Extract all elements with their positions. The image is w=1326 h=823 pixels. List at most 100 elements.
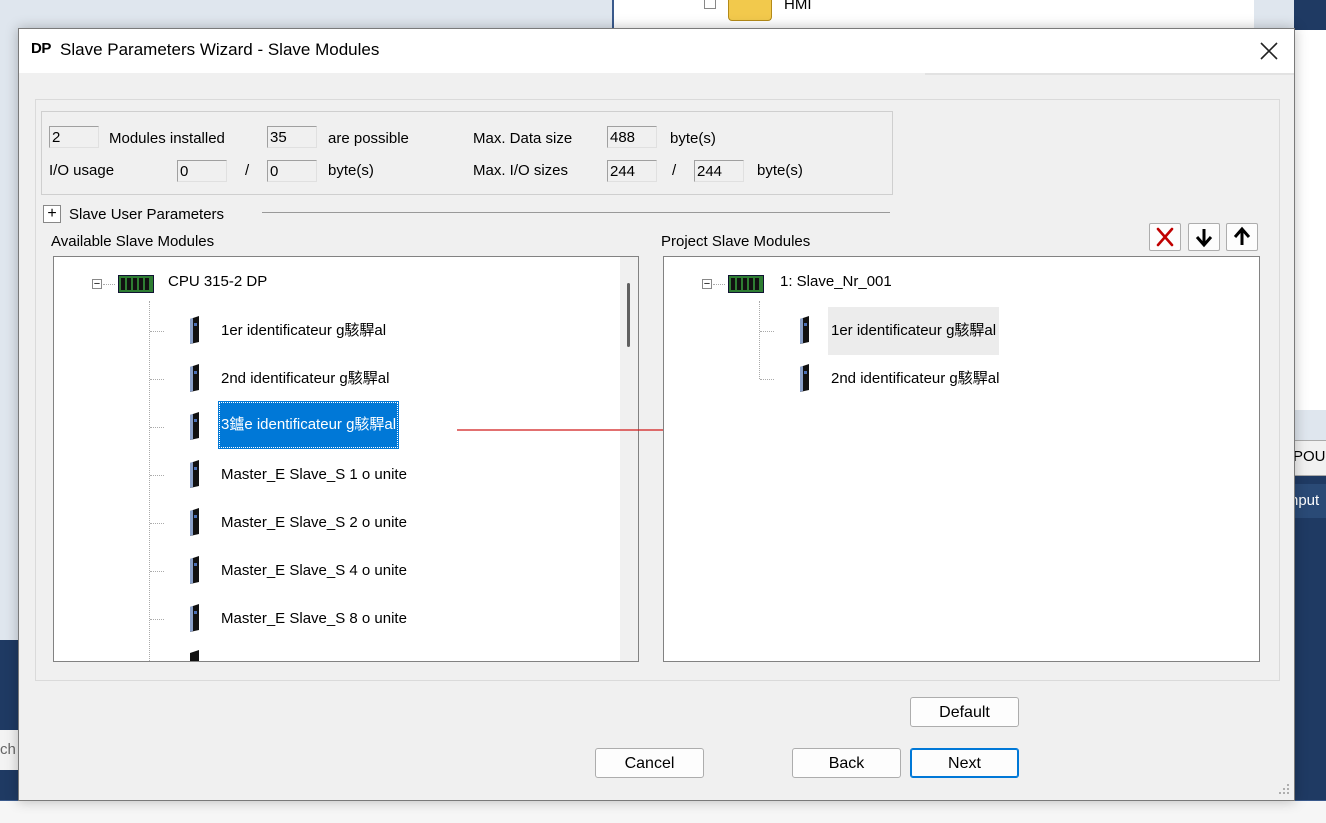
available-slave-modules-label: Available Slave Modules (51, 233, 215, 250)
module-info-group (41, 111, 893, 195)
collapse-slave-expander[interactable]: − (702, 279, 712, 290)
available-module-label[interactable]: Master_E Slave_S 2 o unite (218, 501, 410, 545)
available-module-item[interactable]: 1er identificateur g駭駻al (54, 311, 614, 345)
background-bottom-bar (0, 800, 1326, 823)
background-left-tab: ch (0, 730, 18, 770)
max-io-sizes-label: Max. I/O sizes (473, 162, 569, 179)
module-icon (800, 316, 809, 344)
module-icon (800, 364, 809, 392)
available-modules-tree[interactable]: − CPU 315-2 DP 1er identificateur g駭駻al … (53, 256, 639, 662)
arrow-down-icon (1195, 229, 1213, 248)
max-io-output-field: 244 (694, 160, 744, 182)
tree-connector (760, 379, 774, 380)
dialog-title: Slave Parameters Wizard - Slave Modules (60, 40, 380, 59)
available-modules-scrollbar[interactable] (620, 257, 638, 661)
available-module-item[interactable]: Master_E Slave_S 1 o unite (54, 455, 614, 489)
background-tree-item-hmi: HMI (784, 0, 812, 13)
arrow-up-icon (1233, 226, 1251, 245)
io-usage-unit: byte(s) (328, 162, 374, 179)
module-icon-partial (190, 650, 199, 661)
possible-modules-field: 35 (267, 126, 317, 148)
tree-connector (150, 619, 164, 620)
cancel-button-label: Cancel (624, 755, 675, 772)
possible-modules-label: are possible (328, 130, 409, 147)
available-module-label[interactable]: 1er identificateur g駭駻al (218, 309, 389, 353)
max-io-separator: / (672, 162, 677, 179)
max-data-size-field: 488 (607, 126, 657, 148)
max-io-unit: byte(s) (757, 162, 803, 179)
slave-parameters-wizard-dialog: DP Slave Parameters Wizard - Slave Modul… (18, 28, 1295, 801)
background-right-pane-bar (1294, 410, 1326, 440)
tree-root-cpu[interactable]: CPU 315-2 DP (168, 273, 267, 290)
back-button[interactable]: Back (792, 748, 901, 778)
max-data-size-unit: byte(s) (670, 130, 716, 147)
cancel-button[interactable]: Cancel (595, 748, 704, 778)
module-icon (190, 412, 199, 440)
module-icon (190, 364, 199, 392)
close-button[interactable] (1249, 33, 1289, 69)
slave-user-parameters-divider (262, 212, 890, 213)
dialog-titlebar: DP Slave Parameters Wizard - Slave Modul… (19, 29, 1294, 73)
available-module-item[interactable]: Master_E Slave_S 4 o unite (54, 551, 614, 585)
move-up-button[interactable] (1226, 223, 1258, 251)
modules-installed-label: Modules installed (109, 130, 225, 147)
tree-root-slave[interactable]: 1: Slave_Nr_001 (780, 273, 892, 290)
modules-installed-field: 2 (49, 126, 99, 148)
close-icon (1260, 42, 1278, 60)
background-right-pane-content (1294, 30, 1326, 410)
io-usage-output-field: 0 (267, 160, 317, 182)
background-tab-input: nput (1290, 484, 1326, 518)
available-module-label[interactable]: Master_E Slave_S 8 o unite (218, 597, 410, 641)
rack-icon (728, 275, 764, 293)
default-button[interactable]: Default (910, 697, 1019, 727)
tree-connector (150, 475, 164, 476)
io-usage-input-field: 0 (177, 160, 227, 182)
tree-connector (760, 331, 774, 332)
scrollbar-thumb[interactable] (627, 283, 630, 347)
move-down-button[interactable] (1188, 223, 1220, 251)
dp-logo-icon: DP (31, 40, 51, 57)
available-module-label-selected[interactable]: 3鑪e identificateur g駭駻al (218, 401, 400, 449)
tree-connector (150, 427, 164, 428)
tree-connector (713, 284, 725, 285)
delete-icon (1156, 227, 1174, 247)
tree-connector (103, 284, 115, 285)
project-module-label[interactable]: 2nd identificateur g駭駻al (828, 357, 1002, 401)
module-icon (190, 604, 199, 632)
available-module-item[interactable]: 2nd identificateur g駭駻al (54, 359, 614, 393)
next-button[interactable]: Next (910, 748, 1019, 778)
project-module-item[interactable]: 2nd identificateur g駭駻al (664, 359, 1224, 393)
io-usage-label: I/O usage (49, 162, 115, 179)
module-icon (190, 556, 199, 584)
project-slave-modules-label: Project Slave Modules (661, 233, 811, 250)
delete-module-button[interactable] (1149, 223, 1181, 251)
max-data-size-label: Max. Data size (473, 130, 573, 147)
project-module-item[interactable]: 1er identificateur g駭駻al (664, 307, 1224, 355)
folder-icon (728, 0, 772, 21)
tree-connector (150, 571, 164, 572)
available-module-label[interactable]: 2nd identificateur g駭駻al (218, 357, 392, 401)
module-icon (190, 460, 199, 488)
slave-user-parameters-label[interactable]: Slave User Parameters (69, 206, 224, 223)
tree-connector (150, 523, 164, 524)
available-module-label[interactable]: Master_E Slave_S 4 o unite (218, 549, 410, 593)
project-modules-tree[interactable]: − 1: Slave_Nr_001 1er identificateur g駭駻… (663, 256, 1260, 662)
default-button-label: Default (939, 704, 990, 721)
io-usage-separator: / (245, 162, 250, 179)
next-button-label: Next (948, 755, 981, 772)
module-icon (190, 508, 199, 536)
tree-connector (150, 331, 164, 332)
available-module-item[interactable]: Master_E Slave_S 2 o unite (54, 503, 614, 537)
rack-icon (118, 275, 154, 293)
max-io-input-field: 244 (607, 160, 657, 182)
back-button-label: Back (828, 755, 865, 772)
available-module-label[interactable]: Master_E Slave_S 1 o unite (218, 453, 410, 497)
resize-grip-icon[interactable] (1276, 781, 1290, 795)
module-icon (190, 316, 199, 344)
background-tab-pou: POU (1290, 440, 1326, 476)
available-module-item[interactable]: Master_E Slave_S 8 o unite (54, 599, 614, 633)
slave-user-parameters-expander[interactable]: + (43, 205, 61, 223)
project-module-label[interactable]: 1er identificateur g駭駻al (828, 307, 1000, 355)
titlebar-divider (925, 73, 1294, 75)
collapse-cpu-expander[interactable]: − (92, 279, 102, 290)
